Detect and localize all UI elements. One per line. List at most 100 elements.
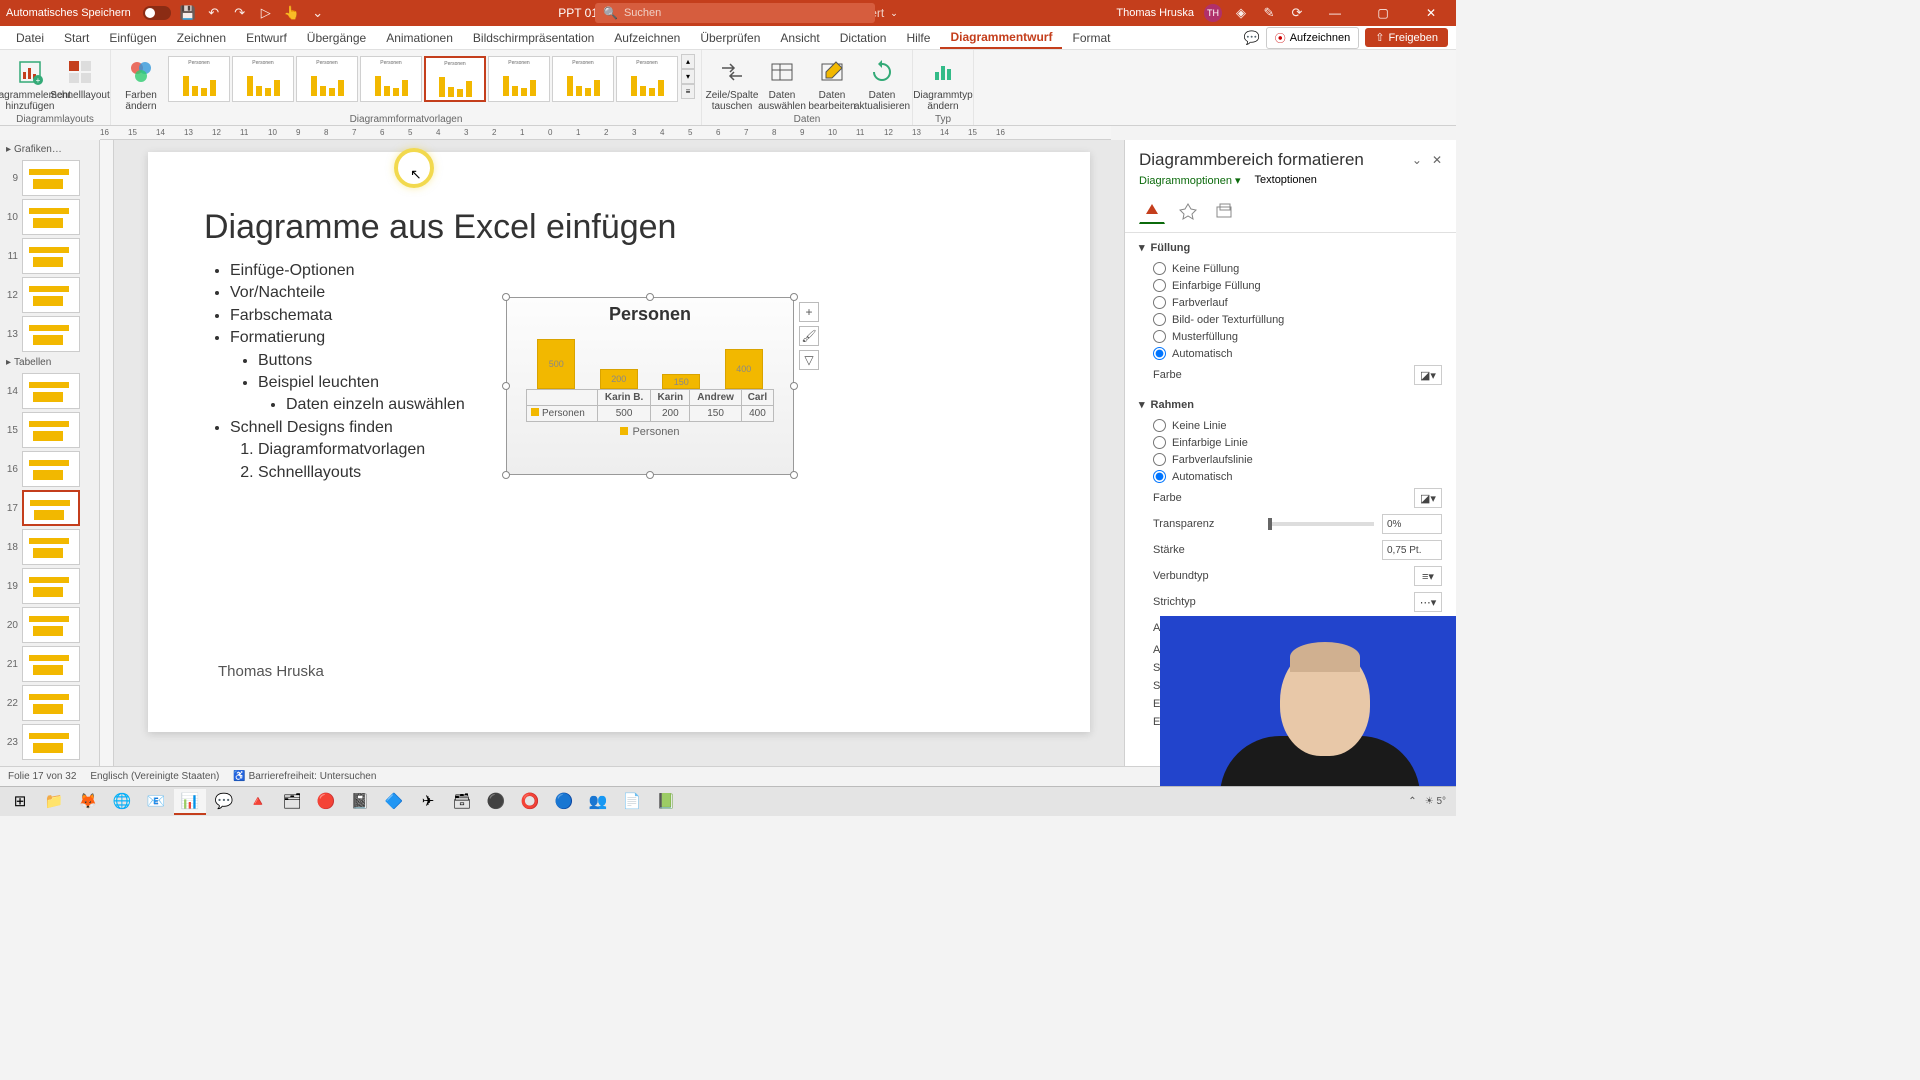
vlc-icon[interactable]: 🔺 — [242, 789, 274, 815]
thumbnail-11[interactable]: 11 — [2, 238, 97, 274]
fill-pattern-radio[interactable]: Musterfüllung — [1139, 328, 1442, 345]
outlook-icon[interactable]: 📧 — [140, 789, 172, 815]
size-props-icon[interactable] — [1211, 198, 1237, 224]
fill-solid-radio[interactable]: Einfarbige Füllung — [1139, 277, 1442, 294]
thumbnail-20[interactable]: 20 — [2, 607, 97, 643]
thumbnail-14[interactable]: 14 — [2, 373, 97, 409]
pen-icon[interactable]: ✎ — [1260, 4, 1278, 22]
onenote-icon[interactable]: 📓 — [344, 789, 376, 815]
width-value[interactable]: 0,75 Pt. — [1382, 540, 1442, 560]
tab-zeichnen[interactable]: Zeichnen — [167, 26, 236, 49]
app-icon-1[interactable]: 💬 — [208, 789, 240, 815]
thumbnail-13[interactable]: 13 — [2, 316, 97, 352]
close-button[interactable]: ✕ — [1412, 0, 1450, 26]
embedded-chart[interactable]: Personen 500200150400 Karin B.KarinAndre… — [506, 297, 794, 475]
line-auto-radio[interactable]: Automatisch — [1139, 468, 1442, 485]
styles-scroll[interactable]: ▴▾≡ — [681, 54, 695, 99]
fill-color-button[interactable]: ◪▾ — [1414, 365, 1442, 385]
record-button[interactable]: ⦿Aufzeichnen — [1266, 27, 1360, 49]
section-tabellen[interactable]: ▸ Tabellen — [2, 355, 97, 370]
app-icon-4[interactable]: 🗃 — [446, 789, 478, 815]
chart-style-6[interactable]: Personen — [488, 56, 550, 102]
username[interactable]: Thomas Hruska — [1116, 7, 1194, 19]
excel-icon[interactable]: 📗 — [650, 789, 682, 815]
tab-dictation[interactable]: Dictation — [830, 26, 897, 49]
tray-chevron-icon[interactable]: ⌃ — [1408, 796, 1416, 807]
chart-style-5[interactable]: Personen — [424, 56, 486, 102]
chart-elements-button[interactable]: + — [799, 302, 819, 322]
line-color-button[interactable]: ◪▾ — [1414, 488, 1442, 508]
tab-format[interactable]: Format — [1062, 26, 1120, 49]
change-chart-type-button[interactable]: Diagrammtyp ändern — [919, 54, 967, 114]
thumbnail-23[interactable]: 23 — [2, 724, 97, 760]
app-icon-3[interactable]: 🔴 — [310, 789, 342, 815]
thumbnail-16[interactable]: 16 — [2, 451, 97, 487]
app-icon-6[interactable]: ⭕ — [514, 789, 546, 815]
edit-data-button[interactable]: Daten bearbeiten — [808, 54, 856, 114]
share-button[interactable]: ⇧Freigeben — [1365, 28, 1448, 47]
fill-gradient-radio[interactable]: Farbverlauf — [1139, 294, 1442, 311]
tab-ansicht[interactable]: Ansicht — [770, 26, 829, 49]
tab-animationen[interactable]: Animationen — [376, 26, 463, 49]
dash-button[interactable]: ⋯▾ — [1414, 592, 1442, 612]
tab-hilfe[interactable]: Hilfe — [896, 26, 940, 49]
accessibility-check[interactable]: ♿ Barrierefreiheit: Untersuchen — [233, 771, 376, 782]
chart-style-2[interactable]: Personen — [232, 56, 294, 102]
autosave-toggle[interactable] — [143, 6, 171, 20]
fill-section-header[interactable]: ▾ Füllung — [1139, 241, 1442, 254]
redo-icon[interactable]: ↷ — [231, 4, 249, 22]
touch-icon[interactable]: 👆 — [283, 4, 301, 22]
transparency-slider[interactable] — [1268, 522, 1375, 526]
slide-title[interactable]: Diagramme aus Excel einfügen — [204, 208, 676, 247]
save-icon[interactable]: 💾 — [179, 4, 197, 22]
comments-icon[interactable]: 💬 — [1244, 30, 1260, 46]
avatar[interactable]: TH — [1204, 4, 1222, 22]
search-box[interactable]: 🔍 — [595, 3, 875, 23]
compound-button[interactable]: ≡▾ — [1414, 566, 1442, 586]
app-icon-9[interactable]: 📄 — [616, 789, 648, 815]
minimize-button[interactable]: — — [1316, 0, 1354, 26]
start-button[interactable]: ⊞ — [4, 789, 36, 815]
border-section-header[interactable]: ▾ Rahmen — [1139, 398, 1442, 411]
slide-content[interactable]: Einfüge-Optionen Vor/Nachteile Farbschem… — [206, 260, 465, 484]
diamond-icon[interactable]: ◈ — [1232, 4, 1250, 22]
quick-layout-button[interactable]: Schnelllayout — [56, 54, 104, 103]
firefox-icon[interactable]: 🦊 — [72, 789, 104, 815]
change-colors-button[interactable]: Farben ändern — [117, 54, 165, 114]
fill-none-radio[interactable]: Keine Füllung — [1139, 260, 1442, 277]
telegram-icon[interactable]: ✈ — [412, 789, 444, 815]
chart-title[interactable]: Personen — [507, 298, 793, 325]
fill-line-icon[interactable] — [1139, 198, 1165, 224]
qat-more-icon[interactable]: ⌄ — [309, 4, 327, 22]
chart-style-3[interactable]: Personen — [296, 56, 358, 102]
tab-diagrammentwurf[interactable]: Diagrammentwurf — [940, 26, 1062, 49]
chart-style-8[interactable]: Personen — [616, 56, 678, 102]
select-data-button[interactable]: Daten auswählen — [758, 54, 806, 114]
slide-thumbnails-panel[interactable]: ▸ Grafiken… 910111213 ▸ Tabellen 1415161… — [0, 140, 100, 776]
effects-icon[interactable] — [1175, 198, 1201, 224]
undo-icon[interactable]: ↶ — [205, 4, 223, 22]
chart-legend[interactable]: Personen — [507, 426, 793, 438]
slide-canvas[interactable]: Diagramme aus Excel einfügen Einfüge-Opt… — [114, 140, 1124, 776]
explorer-icon[interactable]: 📁 — [38, 789, 70, 815]
thumbnail-19[interactable]: 19 — [2, 568, 97, 604]
weather-widget[interactable]: ☀ 5° — [1425, 796, 1446, 807]
chrome-icon[interactable]: 🌐 — [106, 789, 138, 815]
thumbnail-9[interactable]: 9 — [2, 160, 97, 196]
slideshow-icon[interactable]: ▷ — [257, 4, 275, 22]
thumbnail-21[interactable]: 21 — [2, 646, 97, 682]
chart-data-table[interactable]: Karin B.KarinAndrewCarl Personen50020015… — [526, 389, 774, 422]
refresh-data-button[interactable]: Daten aktualisieren — [858, 54, 906, 114]
pane-close-icon[interactable]: ✕ — [1432, 153, 1442, 167]
chart-style-7[interactable]: Personen — [552, 56, 614, 102]
dropdown-icon[interactable]: ⌄ — [890, 8, 898, 19]
chart-style-1[interactable]: Personen — [168, 56, 230, 102]
tab-ueberpruefen[interactable]: Überprüfen — [690, 26, 770, 49]
chart-style-4[interactable]: Personen — [360, 56, 422, 102]
sync-icon[interactable]: ⟳ — [1288, 4, 1306, 22]
chart-options-tab[interactable]: Diagrammoptionen ▾ — [1139, 174, 1241, 188]
tab-einfuegen[interactable]: Einfügen — [99, 26, 166, 49]
tab-datei[interactable]: Datei — [6, 26, 54, 49]
app-icon-5[interactable]: ⚫ — [480, 789, 512, 815]
line-none-radio[interactable]: Keine Linie — [1139, 417, 1442, 434]
